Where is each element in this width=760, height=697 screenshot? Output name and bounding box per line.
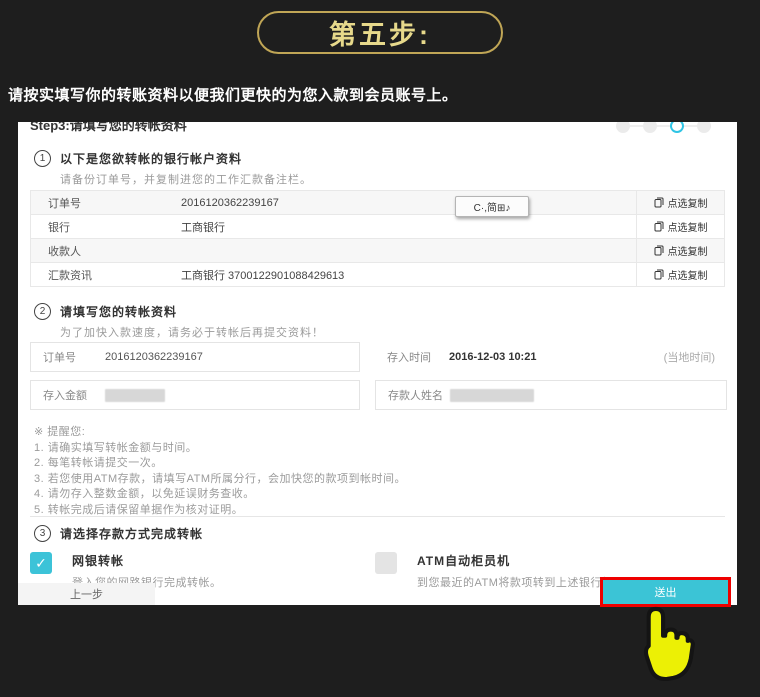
option-label: ATM自动柜员机 xyxy=(417,552,636,569)
step-badge-label: 第五步: xyxy=(329,13,431,52)
table-row-payee: 收款人 点选复制 xyxy=(31,239,724,263)
note-line: 1. 请确实填写转帐金额与时间。 xyxy=(34,441,406,457)
note-line: 4. 请勿存入整数金额，以免延误财务查收。 xyxy=(34,487,406,503)
depositor-name-field[interactable]: 存款人姓名 xyxy=(375,380,727,410)
table-row-order-no: 订单号 2016120362239167 点选复制 xyxy=(31,191,724,215)
copy-icon xyxy=(654,245,664,256)
section3-heading: 3 请选择存款方式完成转帐 xyxy=(34,525,203,542)
copy-button-label: 点选复制 xyxy=(668,267,708,282)
redacted-value xyxy=(105,389,165,402)
note-line: 2. 每笔转帐请提交一次。 xyxy=(34,456,406,472)
row-label: 汇款资讯 xyxy=(31,267,181,283)
row-label: 收款人 xyxy=(31,243,181,259)
copy-button-label: 点选复制 xyxy=(668,219,708,234)
online-banking-checkbox[interactable]: ✓ xyxy=(30,552,52,574)
page-background: 第五步: 请按实填写你的转账资料以便我们更快的为您入款到会员账号上。 Step3… xyxy=(0,0,760,697)
section1-number-badge: 1 xyxy=(34,150,51,167)
step-dot-4 xyxy=(697,122,711,133)
section2-number-badge: 2 xyxy=(34,303,51,320)
row-value: 工商银行 xyxy=(181,219,636,235)
submit-highlight-box: 送出 xyxy=(600,577,731,607)
table-row-bank: 银行 工商银行 点选复制 xyxy=(31,215,724,239)
ime-language-bar[interactable]: C·,简⊞♪ xyxy=(455,196,529,217)
bank-account-table: 订单号 2016120362239167 点选复制 银行 工商银行 点选复制 收… xyxy=(30,190,725,287)
deposit-time-field: 存入时间 2016-12-03 10:21 (当地时间) xyxy=(375,342,727,372)
field-value: 2016120362239167 xyxy=(105,351,203,363)
atm-checkbox[interactable] xyxy=(375,552,397,574)
field-label: 订单号 xyxy=(43,349,105,365)
section2-title: 请填写您的转帐资料 xyxy=(60,303,177,320)
copy-button[interactable]: 点选复制 xyxy=(636,215,724,238)
copy-button-label: 点选复制 xyxy=(668,195,708,210)
option-label: 网银转帐 xyxy=(72,552,222,569)
row-value: 2016120362239167 xyxy=(181,197,636,209)
field-value: 2016-12-03 10:21 xyxy=(449,351,536,363)
section3-title: 请选择存款方式完成转帐 xyxy=(60,525,203,542)
row-label: 订单号 xyxy=(31,195,181,211)
deposit-amount-field[interactable]: 存入金额 xyxy=(30,380,360,410)
section2-subtitle: 为了加快入款速度，请务必于转帐后再提交资料！ xyxy=(60,324,324,340)
field-label: 存入时间 xyxy=(387,349,449,365)
hand-cursor-icon xyxy=(624,604,696,693)
copy-icon xyxy=(654,221,664,232)
step-dot-connector xyxy=(630,125,643,127)
section1-heading: 1 以下是您欲转帐的银行帐户资料 xyxy=(34,150,242,167)
copy-button[interactable]: 点选复制 xyxy=(636,191,724,214)
check-icon: ✓ xyxy=(35,555,47,572)
step-dot-3-active xyxy=(670,122,684,133)
section3-number-badge: 3 xyxy=(34,525,51,542)
copy-icon xyxy=(654,197,664,208)
note-line: 3. 若您使用ATM存款，请填写ATM所属分行，会加快您的款项到帐时间。 xyxy=(34,472,406,488)
table-row-remit-info: 汇款资讯 工商银行 3700122901088429613 点选复制 xyxy=(31,263,724,287)
transfer-form-panel: Step3:请填写您的转帐资料 1 以下是您欲转帐的银行帐户资料 请备份订单号，… xyxy=(18,122,737,605)
copy-button-label: 点选复制 xyxy=(668,243,708,258)
instruction-text: 请按实填写你的转账资料以便我们更快的为您入款到会员账号上。 xyxy=(8,84,458,105)
submit-button[interactable]: 送出 xyxy=(603,580,728,604)
local-time-note: (当地时间) xyxy=(664,349,715,365)
step-dot-connector xyxy=(684,125,697,127)
row-value: 工商银行 3700122901088429613 xyxy=(181,267,636,283)
panel-title: Step3:请填写您的转帐资料 xyxy=(30,122,330,133)
field-label: 存入金额 xyxy=(43,387,105,403)
order-no-field[interactable]: 订单号 2016120362239167 xyxy=(30,342,360,372)
reminder-notes: ※ 提醒您: 1. 请确实填写转帐金额与时间。 2. 每笔转帐请提交一次。 3.… xyxy=(34,425,406,518)
step-dot-1 xyxy=(616,122,630,133)
note-line: ※ 提醒您: xyxy=(34,425,406,441)
back-button[interactable]: 上一步 xyxy=(18,583,155,605)
field-label: 存款人姓名 xyxy=(388,387,450,403)
section2-heading: 2 请填写您的转帐资料 xyxy=(34,303,177,320)
redacted-value xyxy=(450,389,534,402)
copy-icon xyxy=(654,269,664,280)
section1-subtitle: 请备份订单号，并复制进您的工作汇款备注栏。 xyxy=(60,171,312,187)
step-dot-2 xyxy=(643,122,657,133)
copy-button[interactable]: 点选复制 xyxy=(636,263,724,286)
row-label: 银行 xyxy=(31,219,181,235)
option-atm: ATM自动柜员机 到您最近的ATM将款项转到上述银行帐号。 xyxy=(375,552,636,590)
step-indicator xyxy=(616,122,711,140)
section-divider xyxy=(30,516,725,517)
section1-title: 以下是您欲转帐的银行帐户资料 xyxy=(60,150,242,167)
panel-title-clip: Step3:请填写您的转帐资料 xyxy=(30,122,330,133)
step-badge: 第五步: xyxy=(257,11,503,54)
step-dot-connector xyxy=(657,125,670,127)
copy-button[interactable]: 点选复制 xyxy=(636,239,724,262)
